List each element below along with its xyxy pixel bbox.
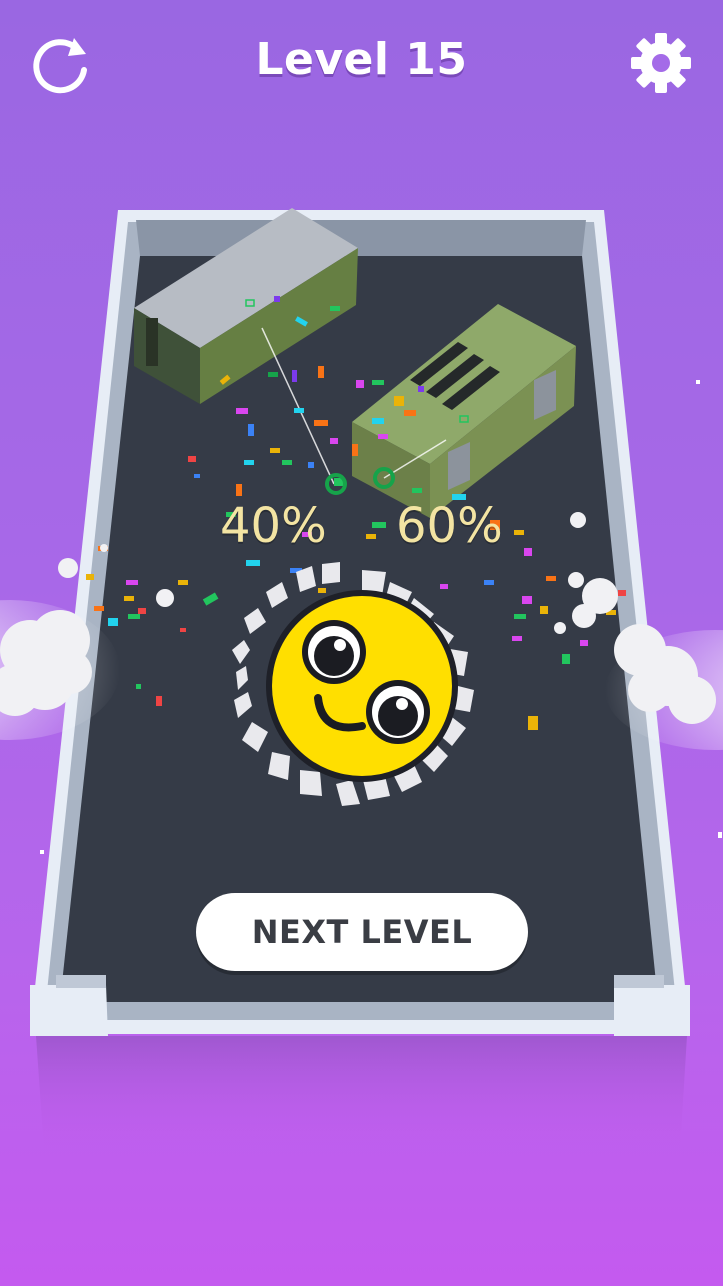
next-level-label: NEXT LEVEL (251, 913, 473, 951)
gear-icon (631, 33, 691, 93)
right-percent-label: 60% (396, 498, 503, 554)
board-base (36, 1036, 687, 1150)
next-level-button[interactable]: NEXT LEVEL (196, 893, 528, 971)
settings-button[interactable] (628, 30, 694, 96)
level-title: Level 15 (255, 34, 468, 85)
game-scene (0, 208, 723, 1150)
left-percent-label: 40% (220, 498, 327, 554)
